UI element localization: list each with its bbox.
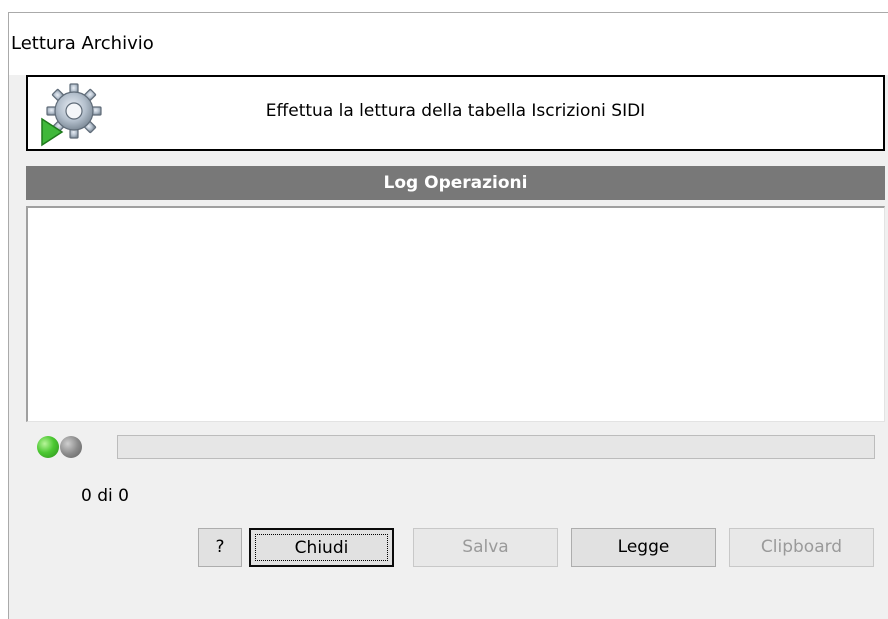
close-button[interactable]: Chiudi (249, 528, 394, 567)
clipboard-button[interactable]: Clipboard (729, 528, 874, 567)
status-led-gray-icon (60, 436, 82, 458)
title-bar: Lettura Archivio (9, 13, 888, 75)
help-button[interactable]: ? (198, 528, 242, 567)
read-button[interactable]: Legge (571, 528, 716, 567)
progress-bar (117, 435, 875, 459)
info-message: Effettua la lettura della tabella Iscriz… (265, 101, 646, 121)
log-output[interactable] (26, 206, 885, 422)
window-title: Lettura Archivio (11, 33, 154, 54)
status-led-green-icon (37, 436, 59, 458)
info-panel: Effettua la lettura della tabella Iscriz… (26, 75, 885, 151)
record-counter: 0 di 0 (81, 486, 129, 506)
close-button-label: Chiudi (255, 534, 388, 561)
dialog-window: Lettura Archivio Effettua la lettura del… (8, 12, 888, 619)
log-title: Log Operazioni (26, 166, 885, 200)
save-button[interactable]: Salva (413, 528, 558, 567)
